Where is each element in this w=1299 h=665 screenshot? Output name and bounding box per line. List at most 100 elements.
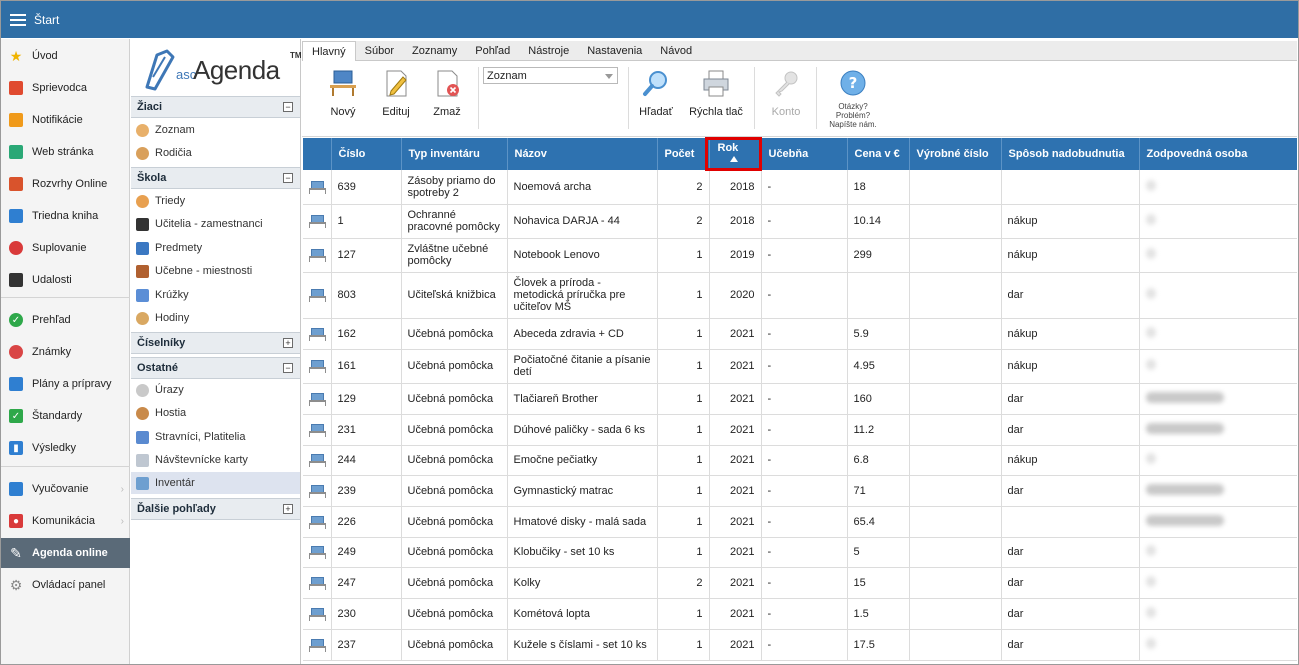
ribbon-tabs: Hlavný Súbor Zoznamy Pohľad Nástroje Nas… — [302, 41, 1297, 62]
nav-item-štandardy[interactable]: ✓ Štandardy — [1, 401, 130, 431]
table-row[interactable]: 247 Učebná pomôcka Kolky 2 2021-15 dar — [303, 567, 1297, 599]
row-icon-cell — [303, 598, 332, 630]
expand-toggle-icon[interactable]: + — [283, 338, 293, 348]
nav-item-rozvrhy-online[interactable]: Rozvrhy Online — [1, 169, 130, 199]
header-zodpovedna-osoba[interactable]: Zodpovedná osoba — [1139, 138, 1297, 170]
cell-rok: 2021 — [709, 598, 762, 630]
delete-button[interactable]: Zmaž — [430, 69, 464, 118]
header-typ-inventaru[interactable]: Typ inventáru — [401, 138, 508, 170]
tree-item-hodiny[interactable]: Hodiny — [131, 307, 300, 329]
tree-item-triedy[interactable]: Triedy — [131, 190, 300, 212]
table-row[interactable]: 127 Zvláštne učebné pomôcky Notebook Lenov… — [303, 238, 1297, 273]
header-sposob-nadobudnutia[interactable]: Spôsob nadobudnutia — [1001, 138, 1140, 170]
nav-item-web-stránka[interactable]: Web stránka — [1, 137, 130, 167]
table-row[interactable]: 161 Učebná pomôcka Počiatočné čitanie a pí… — [303, 349, 1297, 384]
check-circle-icon: ✓ — [9, 313, 23, 327]
table-row[interactable]: 162 Učebná pomôcka Abeceda zdravia + CD 1 20… — [303, 318, 1297, 350]
gear-icon: ⚙ — [9, 576, 23, 593]
cell-pocet: 1 — [657, 383, 710, 415]
nav-item-udalosti[interactable]: Udalosti — [1, 265, 130, 295]
header-nazov[interactable]: Názov — [507, 138, 658, 170]
search-button[interactable]: Hľadať — [636, 69, 676, 118]
tree-section-ziaci[interactable]: Žiaci − — [131, 96, 300, 118]
cell-ucebna: - — [761, 238, 848, 273]
header-ucebna[interactable]: Učebňa — [761, 138, 848, 170]
header-vyrobne-cislo[interactable]: Výrobné číslo — [909, 138, 1002, 170]
cell-ucebna: - — [761, 318, 848, 350]
tab-zoznamy[interactable]: Zoznamy — [403, 41, 466, 61]
cell-zodpovedna-osoba — [1139, 598, 1297, 630]
cell-sposob-nadobudnutia: dar — [1001, 629, 1140, 661]
tree-item-kruzky[interactable]: Krúžky — [131, 284, 300, 306]
tab-navod[interactable]: Návod — [651, 41, 701, 61]
collapse-toggle-icon[interactable]: − — [283, 102, 293, 112]
tree-item-urazy[interactable]: Úrazy — [131, 379, 300, 401]
table-row[interactable]: 244 Učebná pomôcka Emočne pečiatky 1 2021-6.… — [303, 445, 1297, 476]
nav-item-notifikácie[interactable]: Notifikácie — [1, 105, 130, 135]
table-row[interactable]: 239 Učebná pomôcka Gymnastický matrac 1 2021… — [303, 475, 1297, 507]
tree-item-ucebne[interactable]: Učebne - miestnosti — [131, 260, 300, 282]
nav-item-vyučovanie[interactable]: Vyučovanie › — [1, 474, 130, 504]
table-row[interactable]: 231 Učebná pomôcka Dúhové paličky - sada 6… — [303, 414, 1297, 446]
nav-separator — [1, 297, 130, 298]
nav-item-známky[interactable]: Známky — [1, 337, 130, 367]
new-button[interactable]: Nový — [326, 69, 360, 118]
tree-section-ostatne[interactable]: Ostatné − — [131, 357, 300, 379]
cell-cislo: 237 — [331, 629, 402, 661]
nav-item-sprievodca[interactable]: Sprievodca — [1, 73, 130, 103]
key-icon — [775, 71, 798, 97]
table-row[interactable]: 639 Zásoby priamo do spotreby 2 Noemová ar… — [303, 170, 1297, 205]
table-row[interactable]: 249 Učebná pomôcka Klobučiky - set 10 ks 1 2… — [303, 537, 1297, 568]
nav-item-label: Agenda online — [32, 547, 108, 559]
tab-nastavenia[interactable]: Nastavenia — [578, 41, 651, 61]
tab-pohlad[interactable]: Pohľad — [466, 41, 519, 61]
table-row[interactable]: 226 Učebná pomôcka Hmatové disky - malá sa… — [303, 506, 1297, 538]
tree-item-ucitelia[interactable]: Učitelia - zamestnanci — [131, 213, 300, 235]
tree-section-ciselniky[interactable]: Číselníky + — [131, 332, 300, 354]
star-icon: ★ — [9, 47, 23, 64]
table-row[interactable]: 230 Učebná pomôcka Kométová lopta 1 2021-1.5… — [303, 598, 1297, 630]
tree-item-stravnici[interactable]: Stravníci, Platitelia — [131, 426, 300, 448]
tree-item-hostia[interactable]: Hostia — [131, 402, 300, 424]
nav-item-label: Triedna kniha — [32, 210, 99, 222]
nav-item-úvod[interactable]: ★ Úvod — [1, 41, 130, 71]
header-cislo[interactable]: Číslo — [331, 138, 402, 170]
table-row[interactable]: 803 Učiteľská knižbica Človek a príroda - … — [303, 272, 1297, 319]
table-row[interactable]: 129 Učebná pomôcka Tlačiareň Brother 1 2021-… — [303, 383, 1297, 415]
nav-item-prehľad[interactable]: ✓ Prehľad — [1, 305, 130, 335]
quick-print-button[interactable]: Rýchla tlač — [686, 69, 746, 118]
collapse-toggle-icon[interactable]: − — [283, 363, 293, 373]
view-select[interactable]: Zoznam — [483, 67, 618, 84]
inventory-desk-icon — [309, 546, 327, 559]
tree-item-predmety[interactable]: Predmety — [131, 237, 300, 259]
help-button[interactable]: ? Otázky? Problém? Napíšte nám. — [828, 69, 878, 129]
tree-section-dalsie-pohlady[interactable]: Ďalšie pohľady + — [131, 498, 300, 520]
nav-item-suplovanie[interactable]: Suplovanie — [1, 233, 130, 263]
nav-item-plány-a-prípravy[interactable]: Plány a prípravy — [1, 369, 130, 399]
header-pocet[interactable]: Počet — [657, 138, 710, 170]
header-rok[interactable]: Rok — [709, 138, 762, 170]
collapse-toggle-icon[interactable]: − — [283, 173, 293, 183]
nav-item-výsledky[interactable]: ▮ Výsledky — [1, 433, 130, 463]
tree-item-label: Predmety — [155, 242, 203, 254]
nav-item-komunikácia[interactable]: ● Komunikácia › — [1, 506, 130, 536]
tree-item-navstevnicke-karty[interactable]: Návštevnícke karty — [131, 449, 300, 471]
nav-item-agenda-online[interactable]: ✎ Agenda online — [1, 538, 130, 568]
table-row[interactable]: 237 Učebná pomôcka Kužele s číslami - set … — [303, 629, 1297, 661]
tab-subor[interactable]: Súbor — [356, 41, 403, 61]
edit-button[interactable]: Edituj — [380, 69, 412, 118]
expand-toggle-icon[interactable]: + — [283, 504, 293, 514]
contact-button[interactable]: Konto — [768, 69, 804, 118]
nav-item-triedna-kniha[interactable]: Triedna kniha — [1, 201, 130, 231]
tab-nastroje[interactable]: Nástroje — [519, 41, 578, 61]
hamburger-menu-icon[interactable] — [10, 13, 26, 26]
tree-item-inventar[interactable]: Inventár — [131, 472, 300, 494]
header-cena[interactable]: Cena v € — [847, 138, 910, 170]
tree-item-rodicia[interactable]: Rodičia — [131, 142, 300, 164]
inventory-desk-icon — [309, 515, 327, 529]
tree-section-skola[interactable]: Škola − — [131, 167, 300, 189]
tree-item-zoznam[interactable]: Zoznam — [131, 119, 300, 141]
table-row[interactable]: 1 Ochranné pracovné pomôcky Nohavica DARJA… — [303, 204, 1297, 239]
nav-item-ovládací-panel[interactable]: ⚙ Ovládací panel — [1, 570, 130, 600]
tab-hlavny[interactable]: Hlavný — [302, 41, 356, 62]
